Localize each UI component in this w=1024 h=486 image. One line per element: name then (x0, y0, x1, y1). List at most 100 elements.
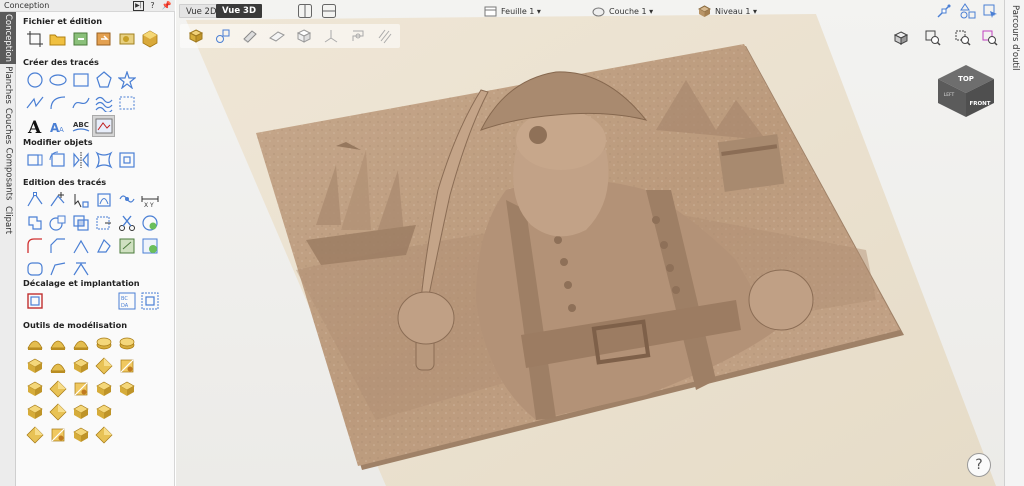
node-add-tool-button[interactable] (46, 189, 69, 211)
view-cube-toggle-icon[interactable] (893, 30, 909, 46)
intersect-tool-button[interactable] (69, 212, 92, 234)
cylinder-tool-button[interactable] (115, 355, 138, 377)
fade-tool-button[interactable] (46, 378, 69, 400)
curve-tool-button[interactable] (69, 92, 92, 114)
view-cube-left[interactable]: LEFT (944, 92, 955, 98)
plane-tool-button[interactable] (23, 378, 46, 400)
open-folder-tool-button[interactable] (46, 28, 69, 50)
show-box-button[interactable] (290, 24, 317, 48)
vertical-tab-composants[interactable]: Composants (0, 146, 16, 202)
bitmap-trace-tool-button[interactable] (115, 92, 138, 114)
view-cube[interactable]: TOP FRONT LEFT (938, 65, 994, 117)
zoom-all-icon[interactable] (925, 30, 941, 46)
shape-editor-tool-button[interactable] (23, 332, 46, 354)
model-tool-button[interactable] (138, 28, 161, 50)
boundary-tool-button[interactable] (115, 235, 138, 257)
texture-model-tool-button[interactable] (46, 424, 69, 446)
layer-dropdown[interactable]: Couche 1 ▾ (592, 3, 653, 19)
mold-tool-button[interactable] (46, 401, 69, 423)
show-texture-button[interactable] (371, 24, 398, 48)
sculpt-tool-button[interactable] (92, 332, 115, 354)
vertical-tab-clipart[interactable]: Clipart (0, 202, 16, 238)
polyline-tool-button[interactable] (23, 92, 46, 114)
twopath-tool-button[interactable] (46, 355, 69, 377)
wave-tool-button[interactable] (92, 92, 115, 114)
crate-tool-button[interactable] (23, 401, 46, 423)
node-edit-tool-button[interactable] (23, 189, 46, 211)
node-smooth-tool-button[interactable] (92, 189, 115, 211)
zoom-window-icon[interactable] (955, 30, 971, 46)
help-button[interactable]: ? (967, 453, 991, 477)
sheet-dropdown[interactable]: Feuille 1 ▾ (484, 3, 541, 19)
crop-tool-button[interactable] (23, 28, 46, 50)
scissors-tool-button[interactable] (115, 212, 138, 234)
extrude-tool-button[interactable] (46, 332, 69, 354)
split-tool-button[interactable] (69, 401, 92, 423)
reset-tool-button[interactable] (69, 424, 92, 446)
view-cube-top[interactable]: TOP (958, 75, 974, 83)
show-toolpath-button[interactable] (344, 24, 371, 48)
vertical-tab-planches[interactable]: Planches (0, 64, 16, 106)
mirror-tool-button[interactable] (69, 149, 92, 171)
resize-tool-button[interactable] (23, 149, 46, 171)
3d-viewport[interactable]: TOP FRONT LEFT Vue 2D Vue 3D Feuille 1 ▾… (176, 0, 1004, 486)
level-dropdown[interactable]: Niveau 1 ▾ (698, 3, 757, 19)
text-on-curve-tool-button[interactable]: ABC (69, 115, 92, 137)
panel-help-button[interactable]: ? (147, 1, 158, 11)
split-horizontal-icon[interactable] (297, 3, 313, 19)
3d-scene[interactable]: TOP FRONT LEFT (176, 0, 1004, 486)
text-outline-tool-button[interactable]: AA (46, 115, 69, 137)
offset-nodes-tool-button[interactable] (92, 212, 115, 234)
vertical-tab-conception[interactable]: Conception (0, 12, 16, 64)
trim-tool-button[interactable] (92, 235, 115, 257)
stack-tool-button[interactable] (115, 378, 138, 400)
node-select-icon[interactable] (982, 3, 998, 19)
chamfer-tool-button[interactable] (46, 235, 69, 257)
distort-tool-button[interactable] (92, 149, 115, 171)
zoom-selection-icon[interactable] (982, 30, 998, 46)
circle-tool-button[interactable] (23, 69, 46, 91)
polygon-tool-button[interactable] (92, 69, 115, 91)
smooth-tool-button[interactable] (115, 332, 138, 354)
shapes-icon[interactable] (960, 3, 976, 19)
bake-tool-button[interactable] (92, 424, 115, 446)
subtract-tool-button[interactable] (46, 212, 69, 234)
shade-model-button[interactable] (182, 24, 209, 48)
check-vectors-tool-button[interactable] (138, 235, 161, 257)
slice-tool-button[interactable] (92, 401, 115, 423)
spike-tool-button[interactable] (69, 355, 92, 377)
merge-tool-button[interactable] (92, 378, 115, 400)
view-3d-button[interactable]: Vue 3D (216, 4, 263, 18)
panel-pin-button[interactable]: 📌 (161, 1, 172, 11)
distort-model-tool-button[interactable] (69, 378, 92, 400)
fillet-tool-button[interactable] (23, 235, 46, 257)
nesting-tool-button[interactable]: BC DA (115, 290, 138, 312)
dome-tool-button[interactable] (92, 355, 115, 377)
text-tool-button[interactable]: A (23, 115, 46, 137)
ellipse-tool-button[interactable] (46, 69, 69, 91)
image-vector-tool-button[interactable] (92, 114, 115, 137)
view-cube-front[interactable]: FRONT (969, 101, 990, 107)
weave-tool-button[interactable] (23, 355, 46, 377)
offset-tool-button[interactable] (23, 290, 46, 312)
array-tool-button[interactable] (138, 290, 161, 312)
star-tool-button[interactable] (115, 69, 138, 91)
revolve-tool-button[interactable] (69, 332, 92, 354)
node-editing-icon[interactable] (936, 3, 952, 19)
import-tool-button[interactable] (69, 28, 92, 50)
arc-tool-button[interactable] (46, 92, 69, 114)
vertical-tab-couches[interactable]: Couches (0, 106, 16, 146)
weld-tool-button[interactable] (23, 212, 46, 234)
node-move-tool-button[interactable] (69, 189, 92, 211)
show-vectors-button[interactable] (209, 24, 236, 48)
show-plane-button[interactable] (263, 24, 290, 48)
rectangle-tool-button[interactable] (69, 69, 92, 91)
measure-tool-button[interactable]: X Y (138, 189, 161, 211)
join-tool-button[interactable] (115, 189, 138, 211)
align-tool-button[interactable] (115, 149, 138, 171)
cube-tool-button[interactable] (23, 424, 46, 446)
split-vertical-icon[interactable] (321, 3, 337, 19)
show-axes-button[interactable] (317, 24, 344, 48)
extend-tool-button[interactable] (69, 235, 92, 257)
toolpaths-side-tab[interactable]: Parcours d'outil (1004, 0, 1024, 486)
